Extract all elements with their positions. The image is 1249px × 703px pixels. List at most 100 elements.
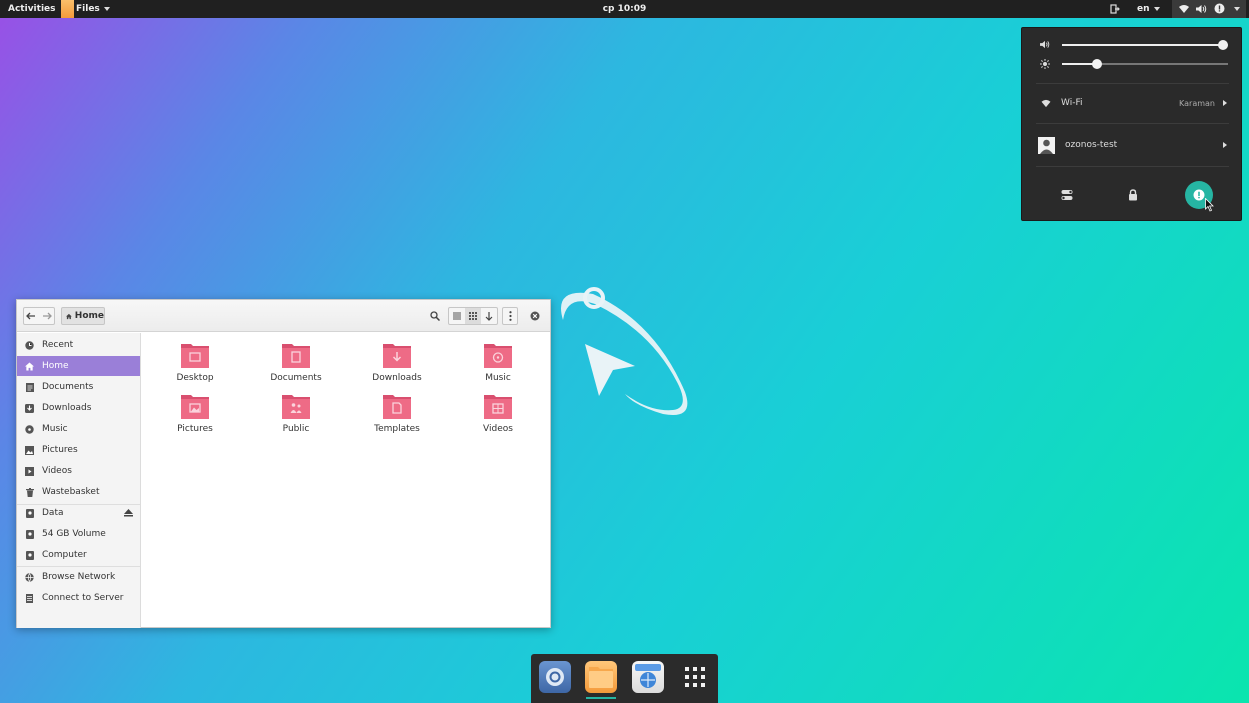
sidebar-item-pictures[interactable]: Pictures [17,440,140,460]
pictures-folder-icon [181,395,209,419]
folder-downloads[interactable]: Downloads [357,341,437,385]
folder-label: Pictures [177,424,213,434]
sidebar-item-label: Recent [42,340,74,350]
wifi-label: Wi-Fi [1061,98,1083,108]
volume-icon [1196,5,1207,13]
sidebar-item-wastebasket[interactable]: Wastebasket [17,482,140,502]
sidebar-item-label: Home [42,361,69,371]
sidebar-item-recent[interactable]: Recent [17,335,140,355]
list-view-icon [453,312,461,320]
keyboard-layout-menu[interactable]: en [1137,0,1160,18]
view-buttons [448,307,498,325]
dock-item-show-apps[interactable] [679,661,711,693]
exit-icon [1110,4,1120,14]
software-center-icon [635,664,661,688]
wifi-menu-item[interactable]: Wi-Fi Karaman [1036,95,1229,111]
dock-item-files[interactable] [585,661,617,693]
sidebar-item-downloads[interactable]: Downloads [17,398,140,418]
settings-toggles-icon [1061,190,1073,200]
menu-separator [1036,166,1229,167]
folder-documents[interactable]: Documents [256,341,336,385]
folder-label: Desktop [176,373,214,383]
clock[interactable]: cp 10:09 [0,4,1249,14]
menu-separator [1036,123,1229,124]
network-icon [25,572,34,582]
search-button[interactable] [427,307,443,325]
server-icon [25,593,34,603]
app-grid-icon [685,667,705,687]
sidebar-item-label: Computer [42,550,87,560]
drive-icon [25,508,34,518]
brightness-icon [1040,59,1050,69]
settings-button[interactable] [1053,181,1081,209]
videos-folder-icon [484,395,512,419]
search-icon [430,311,440,321]
sidebar-item-label: Videos [42,466,72,476]
close-window-button[interactable] [529,307,541,325]
templates-folder-icon [383,395,411,419]
screen-share-indicator[interactable] [1110,0,1120,18]
dock-item-software[interactable] [632,661,664,693]
picture-icon [25,445,34,455]
downloads-folder-icon [383,344,411,368]
back-arrow-icon[interactable] [26,312,36,320]
system-menu: Wi-Fi Karaman ozonos-test [1021,27,1242,221]
system-status-area[interactable] [1172,0,1246,18]
file-view: Desktop Documents Downloads Music Pictur… [142,333,550,628]
brightness-slider[interactable] [1062,59,1228,69]
trash-icon [25,487,34,497]
sidebar-item-music[interactable]: Music [17,419,140,439]
documents-folder-icon [282,344,310,368]
path-bar-home[interactable]: Home [61,307,105,325]
folder-music[interactable]: Music [458,341,538,385]
user-name: ozonos-test [1065,140,1118,150]
sidebar-item-browse-network[interactable]: Browse Network [17,567,140,587]
sidebar-item-label: Connect to Server [42,593,124,603]
forward-arrow-icon[interactable] [42,312,52,320]
chevron-down-icon [1234,7,1240,11]
sidebar-item-label: Music [42,424,68,434]
sidebar-item-data[interactable]: Data [17,503,140,523]
volume-icon [1040,40,1050,49]
folder-label: Music [485,373,511,383]
sidebar-item-home[interactable]: Home [17,356,140,376]
list-view-button[interactable] [449,308,465,324]
folder-label: Documents [270,373,322,383]
menu-separator [1036,83,1229,84]
volume-slider-knob[interactable] [1218,40,1228,50]
eject-icon[interactable] [124,509,133,517]
folder-public[interactable]: Public [256,392,336,436]
wifi-network-name: Karaman [1179,98,1215,108]
lock-button[interactable] [1119,181,1147,209]
music-icon [25,424,34,434]
menu-button[interactable] [502,307,518,325]
sidebar-item-volume[interactable]: 54 GB Volume [17,524,140,544]
sidebar-item-documents[interactable]: Documents [17,377,140,397]
chevron-down-icon [1153,7,1160,11]
download-icon [25,403,34,413]
video-icon [25,466,34,476]
volume-slider[interactable] [1062,40,1228,50]
sidebar-item-videos[interactable]: Videos [17,461,140,481]
folder-desktop[interactable]: Desktop [155,341,235,385]
sidebar-item-label: Pictures [42,445,78,455]
folder-templates[interactable]: Templates [357,392,437,436]
drive-icon [25,529,34,539]
sidebar-item-connect-server[interactable]: Connect to Server [17,588,140,608]
sidebar-item-label: Downloads [42,403,92,413]
sidebar-item-computer[interactable]: Computer [17,545,140,565]
grid-view-button[interactable] [465,308,481,324]
folder-pictures[interactable]: Pictures [155,392,235,436]
public-folder-icon [282,395,310,419]
files-window: Home Recent Home Documents Downloads Mus… [16,299,551,628]
dock-item-browser[interactable] [539,661,571,693]
user-avatar-icon [1038,136,1055,154]
desktop-logo-icon [561,287,688,416]
chevron-right-icon [1223,100,1227,106]
sort-button[interactable] [481,308,497,324]
brightness-slider-knob[interactable] [1092,59,1102,69]
computer-icon [25,550,34,560]
user-menu-item[interactable]: ozonos-test [1036,136,1229,154]
folder-videos[interactable]: Videos [458,392,538,436]
places-sidebar: Recent Home Documents Downloads Music Pi… [17,333,141,628]
